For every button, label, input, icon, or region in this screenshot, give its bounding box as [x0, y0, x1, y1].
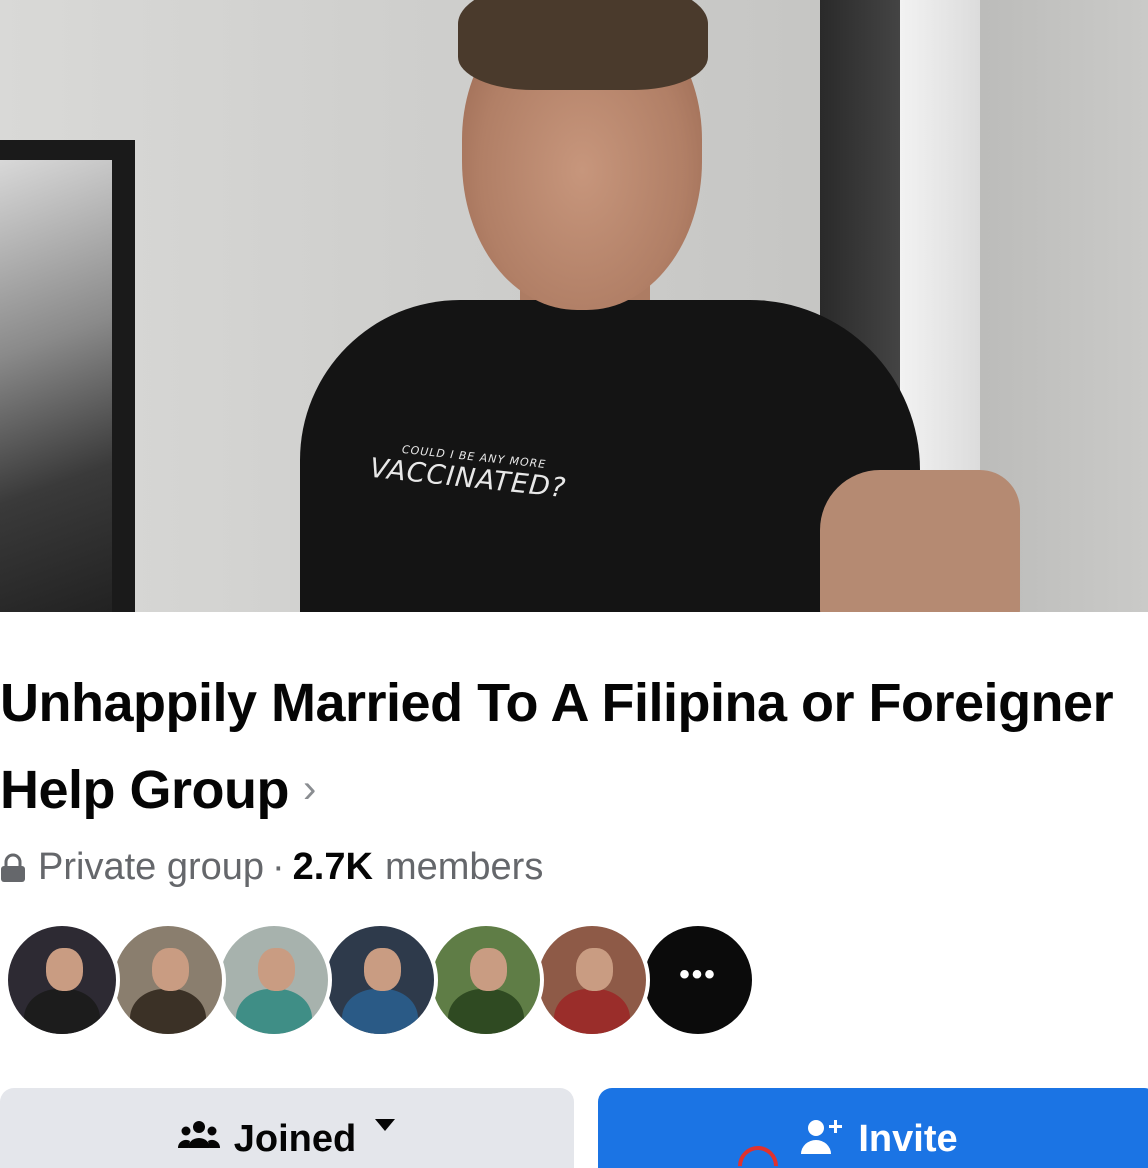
avatar-body: [448, 988, 524, 1034]
joined-button[interactable]: Joined: [0, 1088, 574, 1168]
invite-label: Invite: [858, 1118, 958, 1160]
more-dots-icon: •••: [679, 958, 717, 991]
avatar-face: [45, 947, 83, 991]
member-avatar[interactable]: [322, 922, 438, 1038]
member-count[interactable]: 2.7K: [293, 846, 373, 889]
avatar-body: [24, 988, 100, 1034]
group-meta: Private group · 2.7K members: [0, 846, 543, 889]
group-title-text[interactable]: Unhappily Married To A Filipina or Forei…: [0, 673, 1114, 820]
joined-label: Joined: [233, 1118, 357, 1160]
avatar-face: [575, 947, 613, 991]
avatar-body: [342, 988, 418, 1034]
chevron-right-icon[interactable]: ›: [303, 746, 316, 832]
more-members-button[interactable]: •••: [640, 922, 756, 1038]
member-avatars[interactable]: •••: [4, 922, 804, 1042]
invite-button[interactable]: Invite: [598, 1088, 1148, 1168]
avatar-face: [257, 947, 295, 991]
member-avatar[interactable]: [534, 922, 650, 1038]
cover-person-arm: [820, 470, 1020, 612]
cover-person-hair: [458, 0, 708, 90]
add-person-icon: [798, 1118, 844, 1156]
member-avatar[interactable]: [216, 922, 332, 1038]
caret-down-icon: [374, 1118, 396, 1132]
meta-separator: ·: [272, 846, 285, 888]
avatar-body: [236, 988, 312, 1034]
avatar-face: [363, 947, 401, 991]
member-avatar[interactable]: [4, 922, 120, 1038]
avatar-face: [469, 947, 507, 991]
group-members-icon: [177, 1118, 220, 1152]
group-title[interactable]: Unhappily Married To A Filipina or Forei…: [0, 660, 1120, 833]
avatar-body: [554, 988, 630, 1034]
cover-picture-frame-art: [0, 160, 112, 612]
lock-icon: [1, 853, 25, 882]
member-label[interactable]: members: [385, 846, 543, 889]
group-page: COULD I BE ANY MORE VACCINATED? Unhappil…: [0, 0, 1148, 1168]
avatar-body: [130, 988, 206, 1034]
avatar-face: [151, 947, 189, 991]
privacy-label: Private group: [38, 846, 265, 888]
member-avatar[interactable]: [110, 922, 226, 1038]
member-avatar[interactable]: [428, 922, 544, 1038]
group-cover-photo[interactable]: COULD I BE ANY MORE VACCINATED?: [0, 0, 1148, 612]
